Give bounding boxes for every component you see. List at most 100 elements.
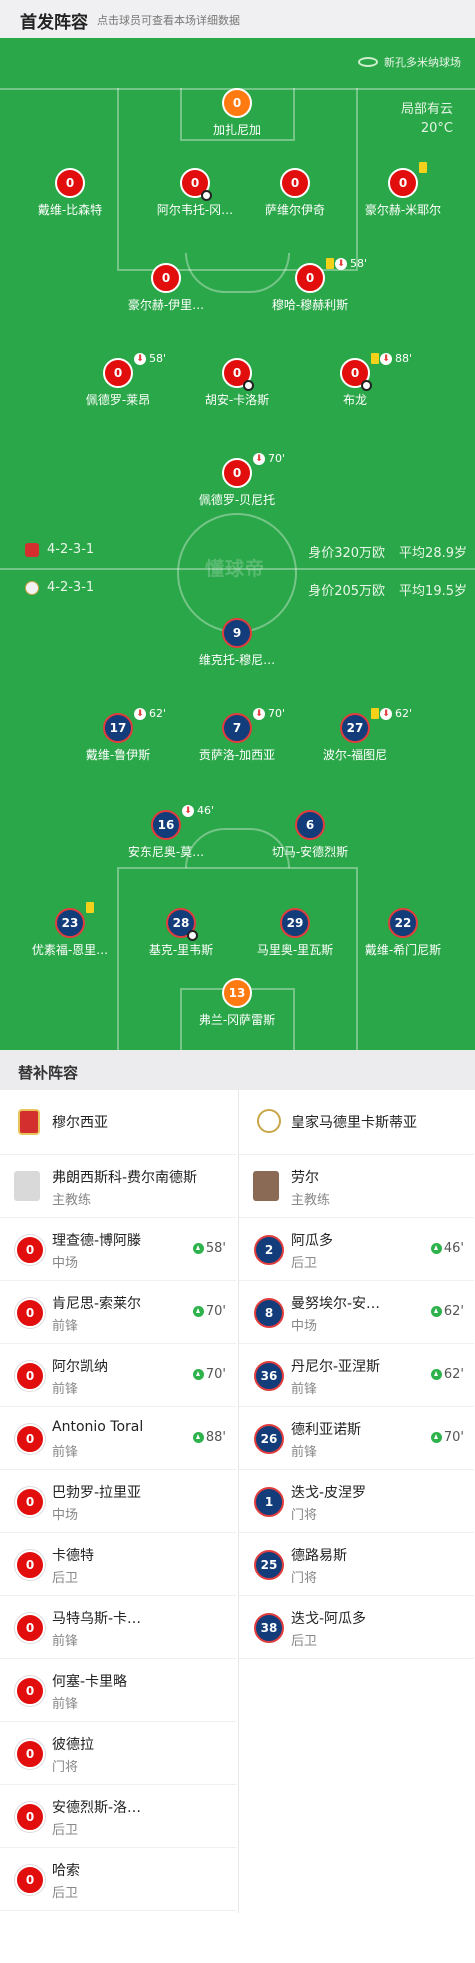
sub-player-name: 阿瓜多 bbox=[291, 1233, 333, 1249]
player-number: 17 bbox=[109, 721, 127, 735]
away-player[interactable]: 23 优素福-恩里… bbox=[15, 902, 125, 958]
sub-player-row[interactable]: 0 何塞-卡里略 前锋 bbox=[0, 1659, 236, 1722]
away-player[interactable]: 27 ⬇ 62' 波尔-福图尼 bbox=[300, 707, 412, 763]
player-number-badge: 0 bbox=[222, 458, 252, 488]
sub-out-icon: ⬇ bbox=[335, 257, 347, 270]
sub-in-time: 88' bbox=[192, 1430, 226, 1445]
sub-in-minute: 46' bbox=[443, 1241, 464, 1256]
sub-player-row[interactable]: 1 迭戈-皮涅罗 门将 bbox=[239, 1470, 474, 1533]
player-events: ⬇ 58' bbox=[134, 352, 166, 365]
sub-out-icon: ⬇ bbox=[134, 352, 146, 365]
away-player[interactable]: 28 基克-里韦斯 bbox=[126, 908, 236, 958]
sub-player-row[interactable]: 0 肯尼思-索莱尔 前锋 70' bbox=[0, 1281, 236, 1344]
home-player[interactable]: 0 豪尔赫-米耶尔 bbox=[348, 162, 458, 218]
sub-player-name: 迭戈-皮涅罗 bbox=[291, 1485, 367, 1501]
header-hint: 点击球员可查看本场详细数据 bbox=[97, 14, 240, 27]
player-number-badge: 13 bbox=[222, 978, 252, 1008]
home-player[interactable]: 0 胡安-卡洛斯 bbox=[182, 358, 292, 408]
sub-player-row[interactable]: 0 卡德特 后卫 bbox=[0, 1533, 236, 1596]
home-player[interactable]: 0 ⬇ 70' 佩德罗-贝尼托 bbox=[182, 452, 292, 508]
sub-player-number: 0 bbox=[15, 1676, 45, 1706]
away-team-value: 身价205万欧 bbox=[308, 584, 386, 599]
away-player[interactable]: 6 切马-安德烈斯 bbox=[255, 810, 365, 860]
player-number: 7 bbox=[232, 721, 242, 735]
away-player[interactable]: 7 ⬇ 70' 贡萨洛-加西亚 bbox=[182, 707, 292, 763]
player-number: 23 bbox=[61, 916, 79, 930]
home-coach-row[interactable]: 弗朗西斯科-费尔南德斯 主教练 bbox=[0, 1155, 236, 1218]
sub-player-number: 8 bbox=[254, 1298, 284, 1328]
player-number-badge: 0 bbox=[180, 168, 212, 201]
player-number: 22 bbox=[394, 916, 412, 930]
home-player[interactable]: 0 阿尔韦托-冈… bbox=[140, 168, 250, 218]
player-name: 马里奥-里瓦斯 bbox=[256, 943, 334, 957]
player-name: 豪尔赫-米耶尔 bbox=[364, 203, 442, 217]
home-player[interactable]: 0 加扎尼加 bbox=[182, 88, 292, 138]
yellow-card-icon bbox=[371, 353, 379, 364]
sub-player-row[interactable]: 8 曼努埃尔-安… 中场 62' bbox=[239, 1281, 474, 1344]
player-name: 贡萨洛-加西亚 bbox=[198, 748, 276, 762]
home-player[interactable]: 0 萨维尔伊奇 bbox=[240, 168, 350, 218]
player-events: ⬇ 70' bbox=[253, 452, 285, 465]
sub-player-row[interactable]: 38 迭戈-阿瓜多 后卫 bbox=[239, 1596, 474, 1659]
sub-player-number: 0 bbox=[15, 1802, 45, 1832]
sub-player-name: 安德烈斯-洛… bbox=[52, 1800, 142, 1816]
away-player[interactable]: 13 弗兰-冈萨雷斯 bbox=[182, 978, 292, 1028]
player-number-badge: 29 bbox=[280, 908, 310, 938]
goal-ball-icon bbox=[243, 380, 254, 391]
sub-player-row[interactable]: 0 巴勃罗-拉里亚 中场 bbox=[0, 1470, 236, 1533]
sub-player-row[interactable]: 0 彼德拉 门将 bbox=[0, 1722, 236, 1785]
sub-player-row[interactable]: 0 马特乌斯-卡… 前锋 bbox=[0, 1596, 236, 1659]
home-player[interactable]: 0 ⬇ 58' 佩德罗-莱昂 bbox=[63, 352, 173, 408]
sub-player-position: 后卫 bbox=[291, 1634, 318, 1649]
sub-player-row[interactable]: 26 德利亚诺斯 前锋 70' bbox=[239, 1407, 474, 1470]
sub-player-position: 后卫 bbox=[52, 1571, 79, 1586]
player-name: 维克托-穆尼… bbox=[198, 653, 276, 667]
yellow-card-icon bbox=[419, 162, 427, 173]
sub-player-row[interactable]: 0 安德烈斯-洛… 后卫 bbox=[0, 1785, 236, 1848]
away-coach-row[interactable]: 劳尔 主教练 bbox=[239, 1155, 474, 1218]
goal-ball-icon bbox=[361, 380, 372, 391]
away-player[interactable]: 22 戴维-希门尼斯 bbox=[348, 908, 458, 958]
sub-player-row[interactable]: 36 丹尼尔-亚涅斯 前锋 62' bbox=[239, 1344, 474, 1407]
sub-player-row[interactable]: 0 理查德-博阿滕 中场 58' bbox=[0, 1218, 236, 1281]
temperature-text: 20°C bbox=[420, 121, 453, 136]
home-player[interactable]: 0 ⬇ 88' 布龙 bbox=[300, 352, 412, 408]
sub-player-name: 彼德拉 bbox=[52, 1737, 94, 1753]
home-player[interactable]: 0 戴维-比森特 bbox=[15, 168, 125, 218]
away-player[interactable]: 9 维克托-穆尼… bbox=[182, 618, 292, 668]
away-player[interactable]: 16 ⬇ 46' 安东尼奥-莫… bbox=[111, 804, 221, 860]
sub-player-position: 前锋 bbox=[52, 1382, 79, 1397]
player-name: 萨维尔伊奇 bbox=[264, 203, 325, 217]
player-name: 基克-里韦斯 bbox=[148, 943, 214, 957]
sub-in-icon bbox=[192, 1306, 204, 1317]
home-player[interactable]: 0 豪尔赫-伊里… bbox=[111, 263, 221, 313]
home-player[interactable]: 0 ⬇ 58' 穆哈-穆赫利斯 bbox=[255, 257, 367, 313]
away-player[interactable]: 17 ⬇ 62' 戴维-鲁伊斯 bbox=[63, 707, 173, 763]
home-team-name: 穆尔西亚 bbox=[52, 1115, 108, 1131]
sub-player-row[interactable]: 0 哈索 后卫 bbox=[0, 1848, 236, 1911]
sub-in-minute: 70' bbox=[205, 1304, 226, 1319]
sub-minute: 62' bbox=[149, 707, 167, 720]
sub-player-row[interactable]: 0 Antonio Toral 前锋 88' bbox=[0, 1407, 236, 1470]
home-team-age: 平均28.9岁 bbox=[399, 546, 467, 561]
sub-player-row[interactable]: 25 德路易斯 门将 bbox=[239, 1533, 474, 1596]
away-player[interactable]: 29 马里奥-里瓦斯 bbox=[240, 908, 350, 958]
player-name: 布龙 bbox=[342, 393, 367, 407]
sub-player-number: 0 bbox=[15, 1424, 45, 1454]
sub-player-name: Antonio Toral bbox=[52, 1419, 144, 1435]
sub-player-position: 前锋 bbox=[52, 1319, 79, 1334]
sub-minute: 88' bbox=[395, 352, 413, 365]
coach-role: 主教练 bbox=[52, 1193, 92, 1208]
player-name: 加扎尼加 bbox=[212, 123, 261, 137]
player-number-badge: 0 bbox=[295, 263, 325, 293]
sub-in-time: 62' bbox=[430, 1304, 464, 1319]
sub-minute: 58' bbox=[350, 257, 368, 270]
sub-player-row[interactable]: 0 阿尔凯纳 前锋 70' bbox=[0, 1344, 236, 1407]
sub-player-row[interactable]: 2 阿瓜多 后卫 46' bbox=[239, 1218, 474, 1281]
sub-minute: 58' bbox=[149, 352, 167, 365]
home-crest-icon bbox=[25, 542, 39, 557]
coach-avatar bbox=[253, 1171, 279, 1201]
player-number: 0 bbox=[290, 176, 300, 190]
player-number-badge: 28 bbox=[166, 908, 198, 941]
sub-player-number: 1 bbox=[254, 1487, 284, 1517]
